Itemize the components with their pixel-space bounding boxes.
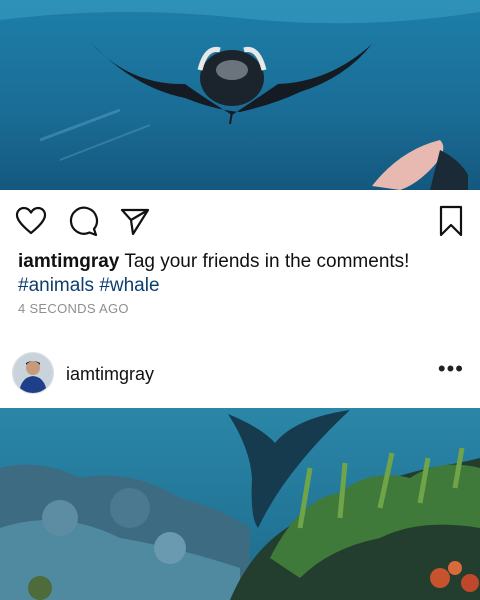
caption-hashtags[interactable]: #animals #whale	[18, 275, 160, 296]
bookmark-icon[interactable]	[434, 204, 468, 238]
post-timestamp: 4 SECONDS AGO	[18, 301, 129, 316]
send-icon[interactable]	[118, 204, 152, 238]
post-header: iamtimgray •••	[0, 345, 480, 405]
manta-ray-image	[0, 0, 480, 190]
more-options-icon[interactable]: •••	[438, 358, 464, 380]
heart-icon[interactable]	[14, 204, 48, 238]
post-caption: iamtimgray Tag your friends in the comme…	[18, 250, 458, 298]
post-image-whale-reef[interactable]	[0, 408, 480, 600]
post-action-bar	[0, 190, 480, 250]
caption-username[interactable]: iamtimgray	[18, 251, 119, 272]
header-username[interactable]: iamtimgray	[66, 364, 154, 385]
whale-reef-image	[0, 408, 480, 600]
comment-icon[interactable]	[66, 204, 100, 238]
avatar[interactable]	[12, 352, 54, 394]
caption-text: Tag your friends in the comments!	[124, 251, 410, 272]
post-image-manta-ray[interactable]	[0, 0, 480, 190]
